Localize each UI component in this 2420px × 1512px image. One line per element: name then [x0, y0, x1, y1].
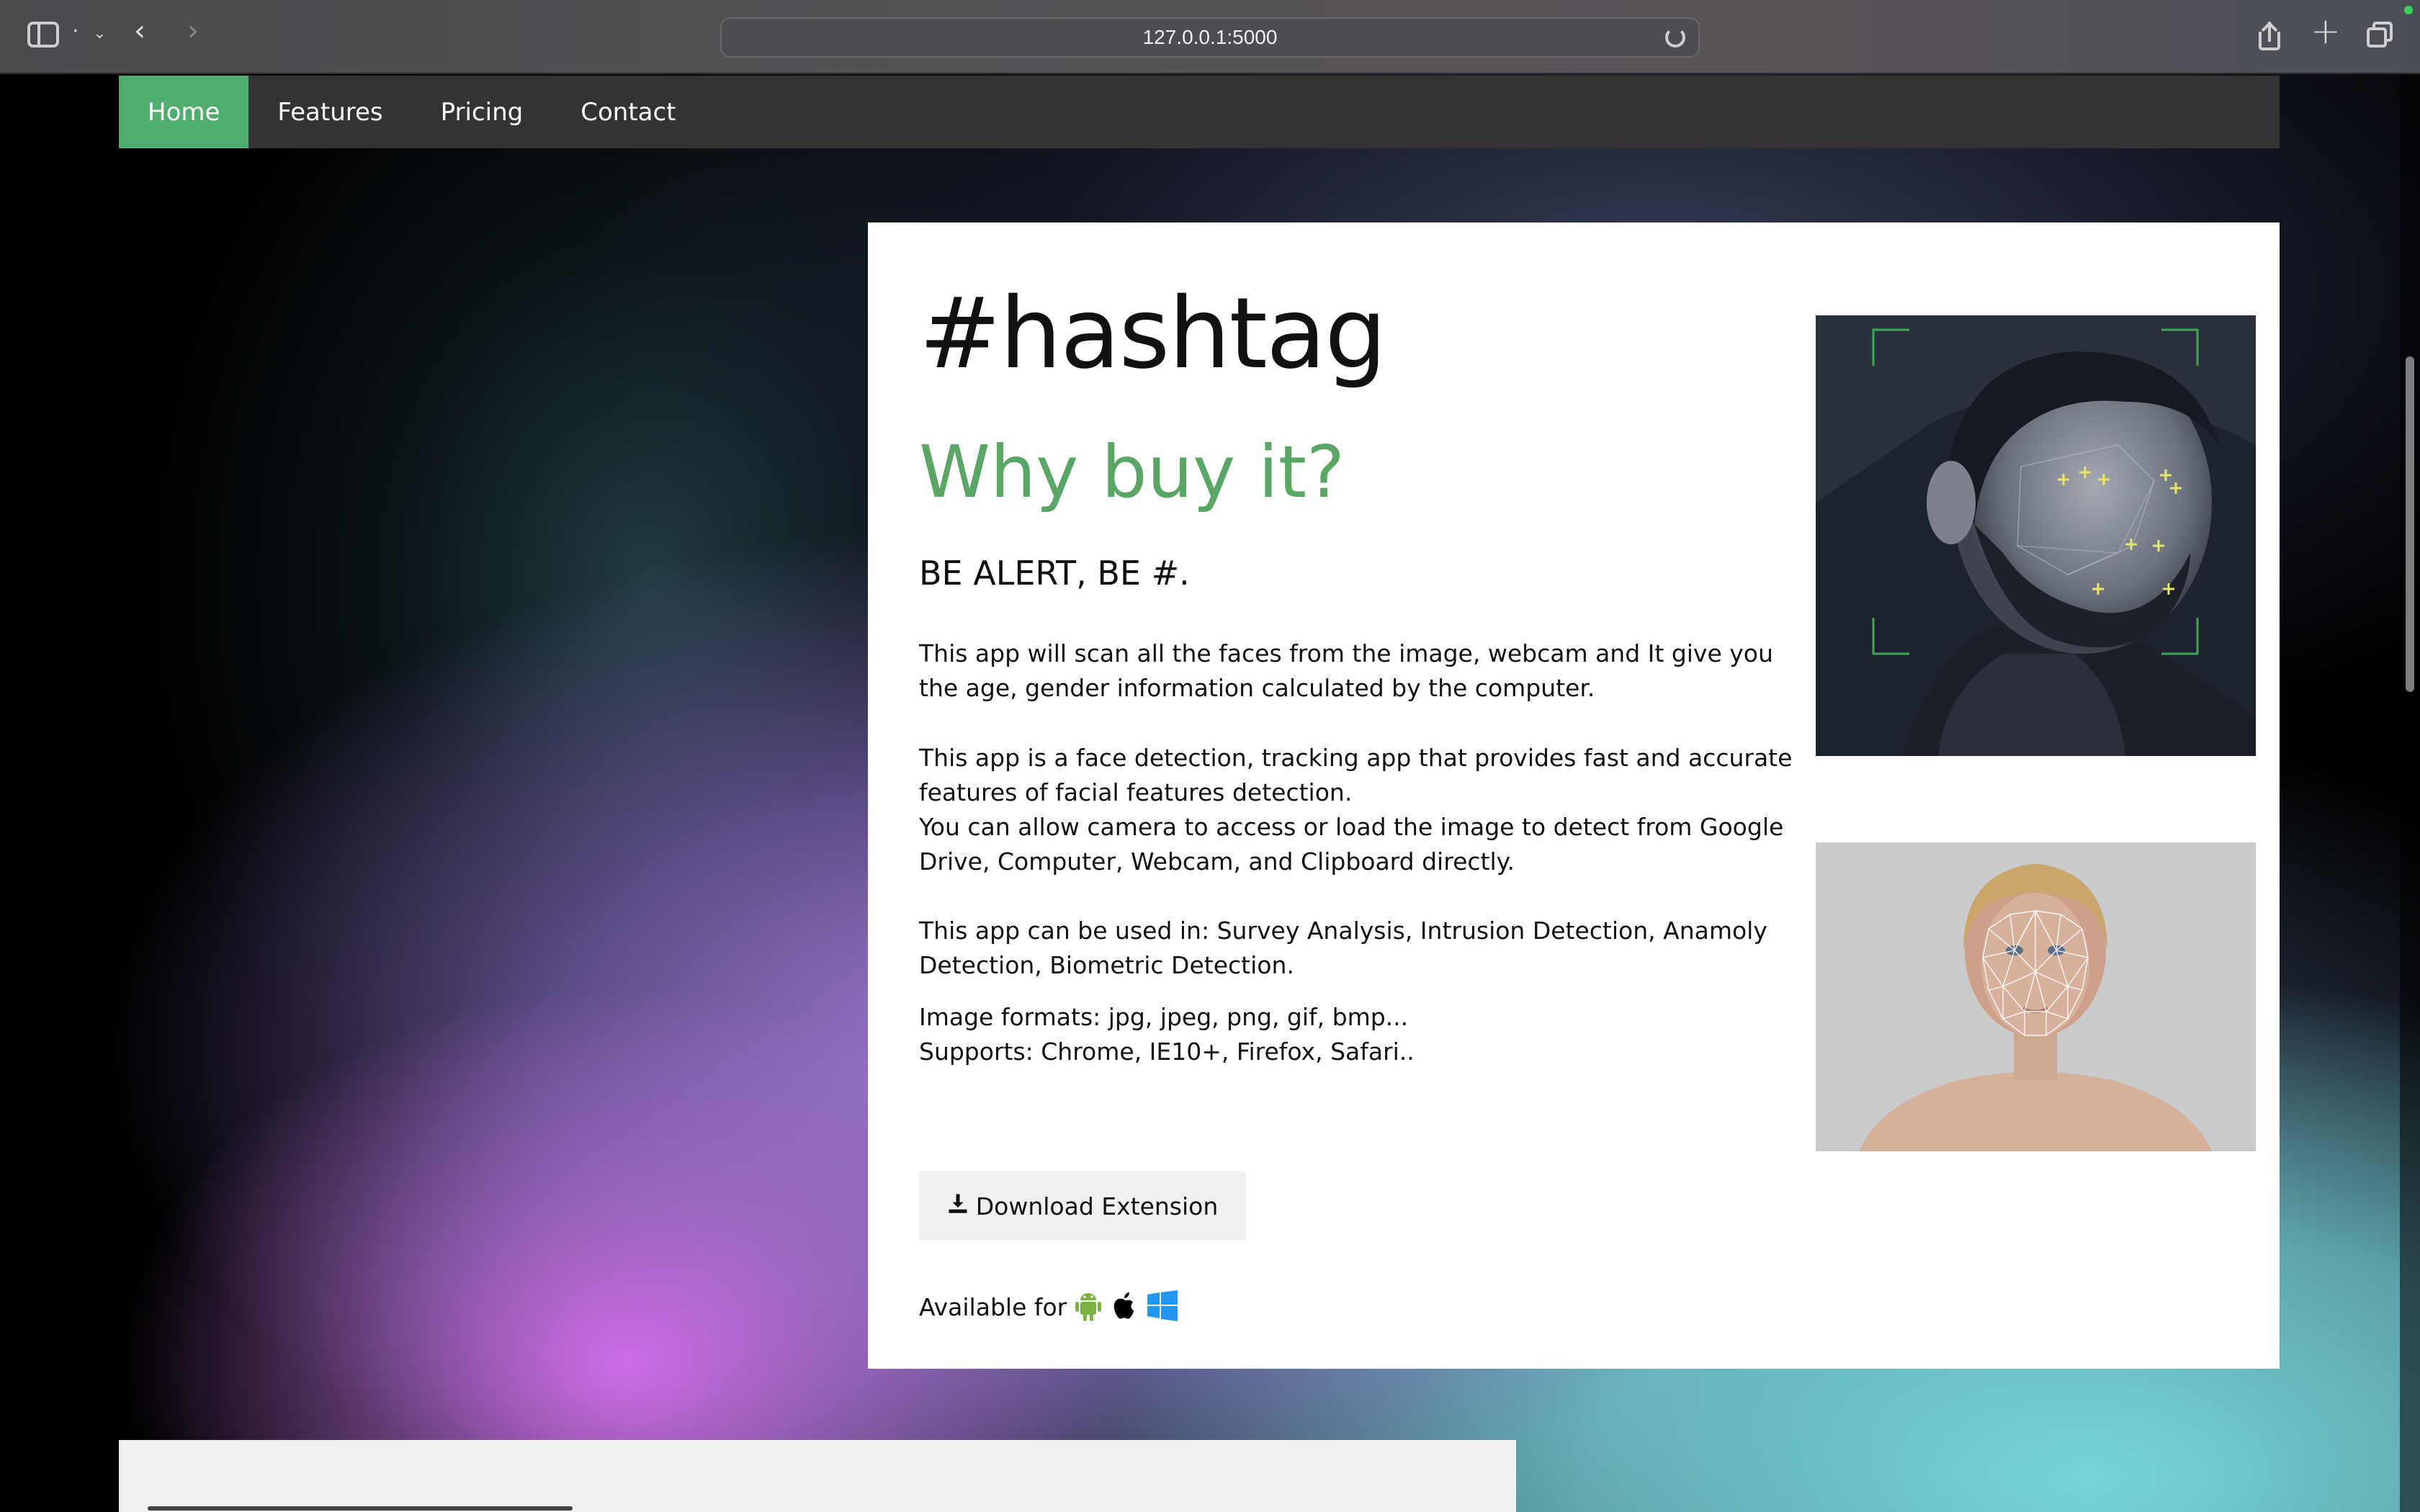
- chevron-down-icon: ⌄: [93, 24, 107, 42]
- hero-card: #hashtag Why buy it? BE ALERT, BE #. Thi…: [868, 222, 2280, 1369]
- forward-arrow-icon[interactable]: ›: [187, 14, 199, 48]
- lower-section-panel: [119, 1440, 1516, 1512]
- download-extension-button[interactable]: Download Extension: [919, 1171, 1246, 1241]
- new-tab-icon[interactable]: +: [2311, 13, 2341, 49]
- nav-contact[interactable]: Contact: [552, 76, 704, 148]
- apple-icon[interactable]: [1110, 1290, 1142, 1324]
- image-formats-text: Image formats: jpg, jpeg, png, gif, bmp.…: [919, 1003, 1409, 1031]
- face-mesh-photo: [1816, 842, 2256, 1151]
- nav-pricing[interactable]: Pricing: [412, 76, 552, 148]
- sidebar-toggle-icon[interactable]: [27, 22, 59, 48]
- hero-tagline: BE ALERT, BE #.: [919, 554, 1190, 593]
- tab-group-label: ·: [72, 19, 79, 44]
- tab-overview-icon[interactable]: [2367, 22, 2393, 48]
- face-tracking-photo: [1816, 315, 2256, 756]
- page-title: #hashtag: [919, 277, 1387, 391]
- lower-section-divider: [148, 1506, 573, 1511]
- hero-subtitle: Why buy it?: [919, 430, 1345, 514]
- windows-icon[interactable]: [1146, 1290, 1178, 1324]
- description-paragraph: You can allow camera to access or load t…: [919, 813, 1784, 876]
- share-icon[interactable]: [2257, 22, 2282, 50]
- download-extension-label: Download Extension: [975, 1192, 1219, 1220]
- supported-browsers-text: Supports: Chrome, IE10+, Firefox, Safari…: [919, 1038, 1415, 1066]
- available-for-label: Available for: [919, 1292, 1067, 1321]
- address-bar[interactable]: 127.0.0.1:5000: [720, 17, 1700, 58]
- top-navbar: Home Features Pricing Contact: [119, 76, 2280, 148]
- browser-toolbar: · ⌄ ‹ › 127.0.0.1:5000 +: [0, 0, 2420, 74]
- description-paragraph: This app is a face detection, tracking a…: [919, 744, 1793, 806]
- use-cases-paragraph: This app can be used in: Survey Analysis…: [919, 917, 1767, 979]
- reload-icon[interactable]: [1665, 27, 1685, 48]
- tab-group-dropdown[interactable]: · ⌄: [72, 19, 107, 44]
- description-paragraph: This app will scan all the faces from th…: [919, 639, 1773, 702]
- url-text: 127.0.0.1:5000: [1142, 26, 1278, 48]
- back-arrow-icon[interactable]: ‹: [134, 14, 145, 48]
- page-viewport: Home Features Pricing Contact #hashtag W…: [0, 74, 2420, 1512]
- android-icon[interactable]: [1074, 1290, 1106, 1324]
- status-indicator-dot: [2404, 6, 2413, 14]
- nav-features[interactable]: Features: [248, 76, 411, 148]
- download-icon: [947, 1192, 969, 1220]
- nav-home[interactable]: Home: [119, 76, 249, 148]
- available-platforms: Available for: [919, 1290, 1182, 1324]
- scrollbar-thumb[interactable]: [2406, 356, 2414, 692]
- page-scrollbar[interactable]: [2400, 74, 2420, 1512]
